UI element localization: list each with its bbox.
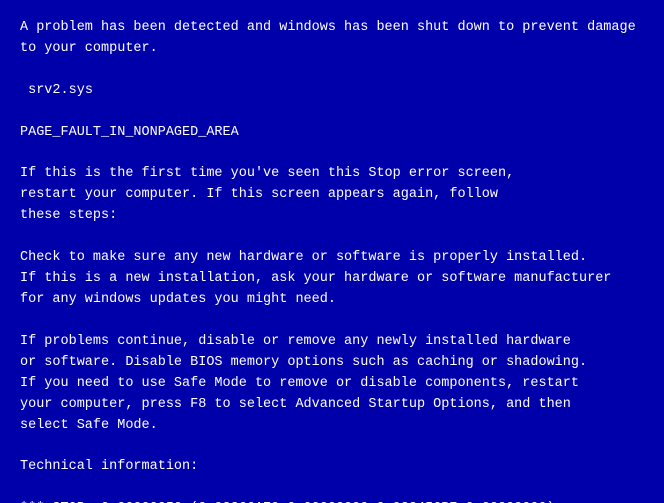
bsod-screen: A problem has been detected and windows … bbox=[0, 0, 664, 503]
bsod-content: A problem has been detected and windows … bbox=[20, 18, 644, 503]
